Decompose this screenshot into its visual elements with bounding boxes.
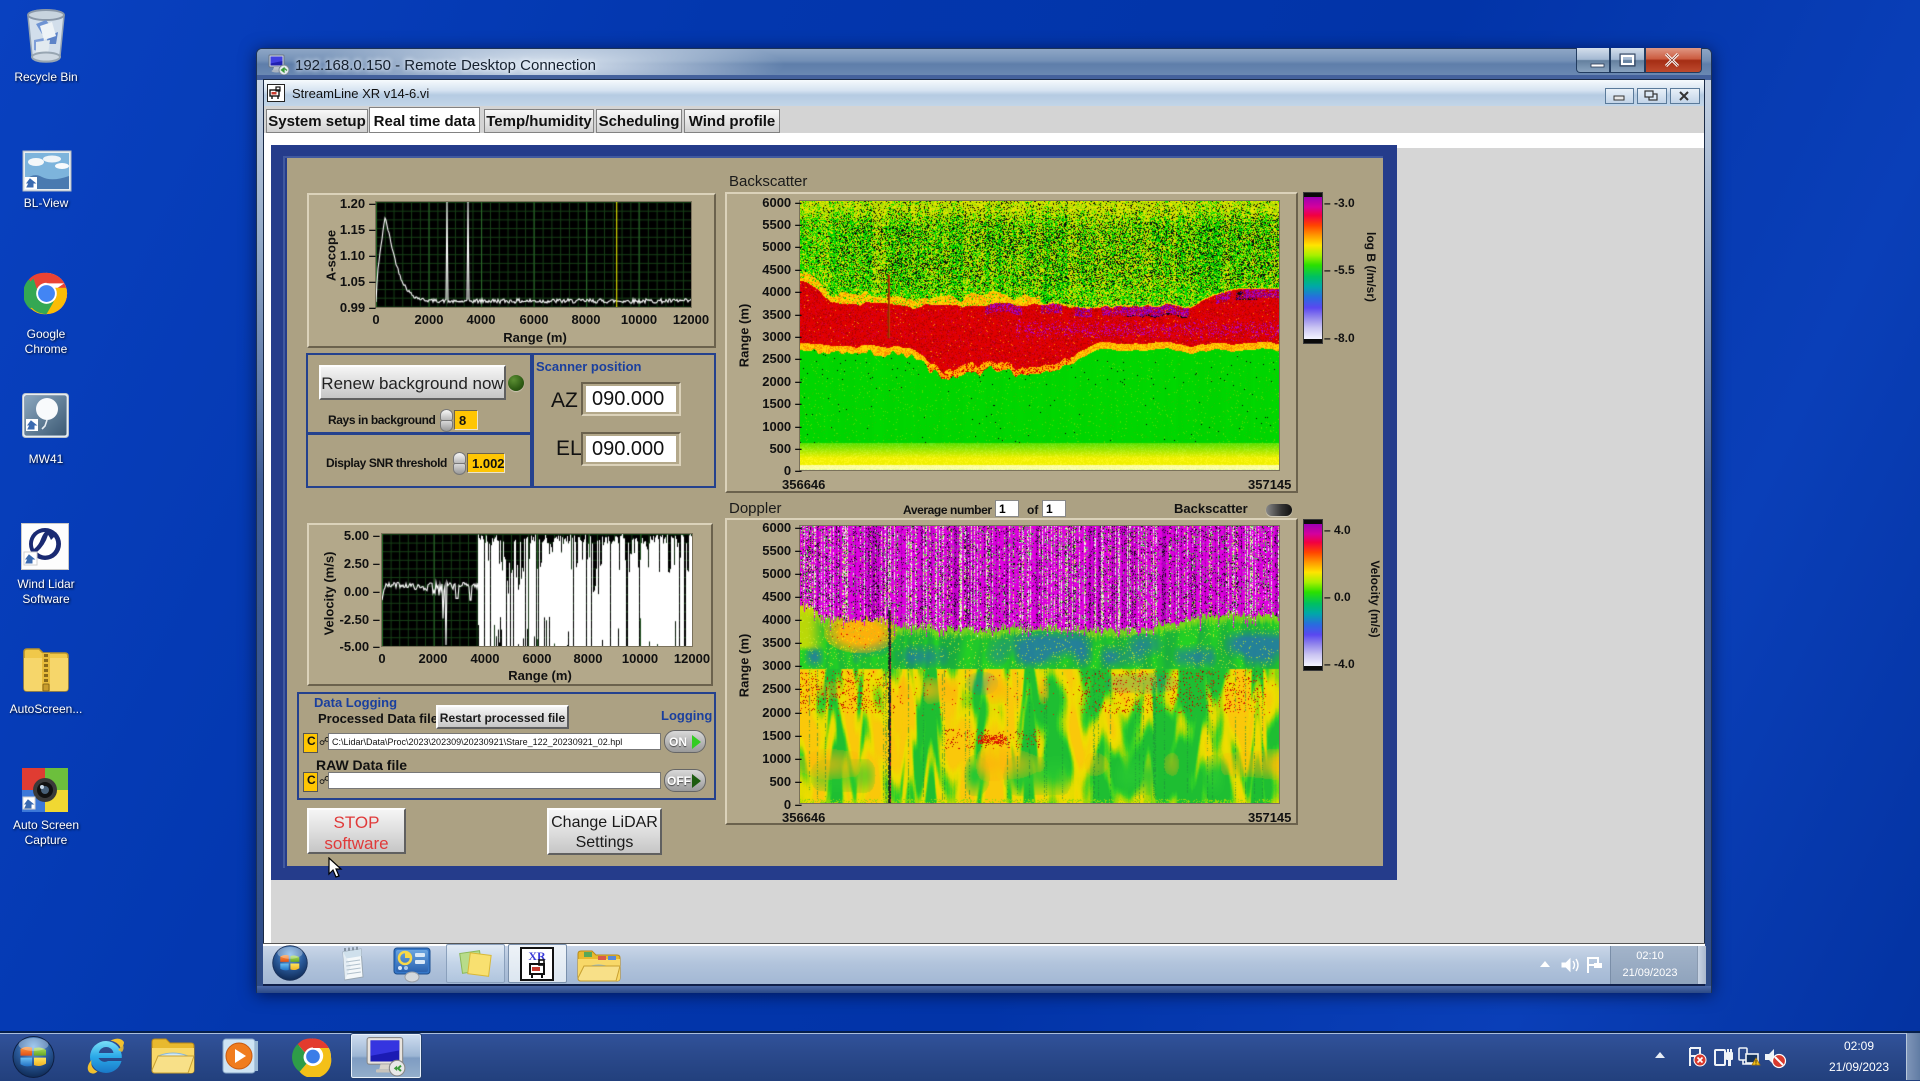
svg-text:!: ! <box>1755 1061 1757 1067</box>
